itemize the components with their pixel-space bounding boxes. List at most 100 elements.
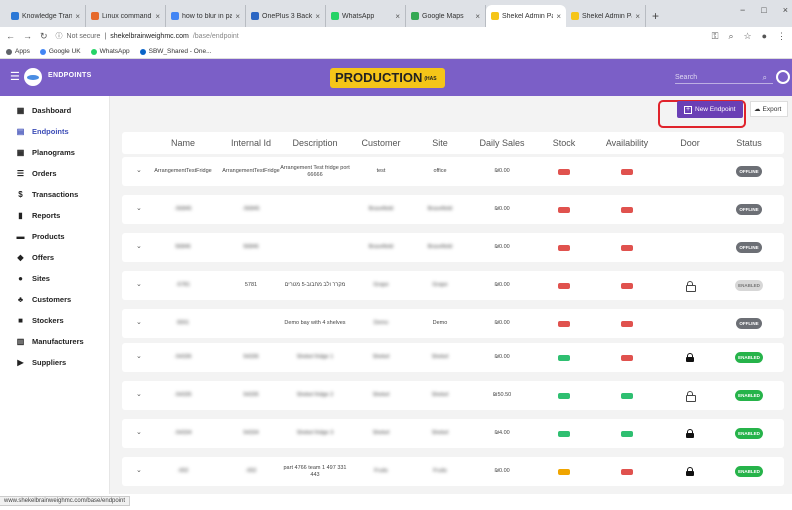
chevron-down-icon[interactable]: ⌄ <box>136 280 142 288</box>
sidebar-item-customers[interactable]: ♣ Customers <box>0 289 109 310</box>
column-header-availability[interactable]: Availability <box>592 132 662 154</box>
export-button[interactable]: ☁ Export <box>750 101 788 117</box>
chevron-down-icon[interactable]: ⌄ <box>136 390 142 398</box>
sidebar-item-stockers[interactable]: ■ Stockers <box>0 310 109 331</box>
back-icon[interactable]: ← <box>6 31 15 41</box>
stock-indicator <box>558 430 570 437</box>
tab-close-icon[interactable]: × <box>475 12 480 21</box>
cell-stock <box>536 419 592 448</box>
column-header-site[interactable]: Site <box>412 132 468 154</box>
tab-close-icon[interactable]: × <box>556 12 561 21</box>
bookmark-item[interactable]: SBW_Shared - One... <box>139 48 212 55</box>
column-header-daily-sales[interactable]: Daily Sales <box>468 132 536 154</box>
chevron-down-icon[interactable]: ⌄ <box>136 166 142 174</box>
sidebar-item-label: Suppliers <box>32 358 67 367</box>
cell-door <box>662 271 718 300</box>
chevron-down-icon[interactable]: ⌄ <box>136 352 142 360</box>
column-header-stock[interactable]: Stock <box>536 132 592 154</box>
profile-icon[interactable]: ● <box>762 31 767 42</box>
table-row[interactable]: ⌄ -54334 54334 Shekel fridge 3 Shekel Shekel ₪… <box>122 419 784 448</box>
browser-tab[interactable]: how to blur in paint× <box>166 5 246 27</box>
table-row[interactable]: ⌄ -002 -002 part 4766 team 1 497 331 443 Fru… <box>122 457 784 486</box>
new-tab-button[interactable]: + <box>646 5 665 27</box>
cell-availability <box>592 381 662 410</box>
chevron-down-icon[interactable]: ⌄ <box>136 428 142 436</box>
tab-title: Knowledge Transfer <box>22 12 73 20</box>
dollar-icon: $ <box>18 190 23 199</box>
chevron-down-icon[interactable]: ⌄ <box>136 242 142 250</box>
sidebar-item-dashboard[interactable]: ▦ Dashboard <box>0 100 109 121</box>
search-icon[interactable]: ⌕ <box>763 71 767 84</box>
minimize-icon[interactable]: − <box>740 5 745 15</box>
sidebar-item-suppliers[interactable]: ▶ Suppliers <box>0 352 109 373</box>
table-row[interactable]: ⌄ -54335 54335 Shekel fridge 2 Shekel Shekel ₪… <box>122 381 784 410</box>
forward-icon[interactable]: → <box>23 31 32 41</box>
star-icon[interactable]: ☆ <box>743 31 751 42</box>
tab-close-icon[interactable]: × <box>315 12 320 21</box>
hamburger-icon[interactable]: ☰ <box>10 70 20 83</box>
table-row[interactable]: ⌄ 0001 Demo bay with 4 shelves Demo Demo ₪0.0… <box>122 309 784 338</box>
chevron-down-icon[interactable]: ⌄ <box>136 318 142 326</box>
sidebar-item-transactions[interactable]: $ Transactions <box>0 184 109 205</box>
table-row[interactable]: ⌄ -56845 -56845 Bravefield Bravefield ₪0.00 OF… <box>122 195 784 224</box>
chevron-down-icon[interactable]: ⌄ <box>136 466 142 474</box>
sidebar-item-manufacturers[interactable]: ▥ Manufacturers <box>0 331 109 352</box>
lock-open-icon <box>686 391 696 402</box>
column-header-customer[interactable]: Customer <box>350 132 412 154</box>
tab-title: Google Maps <box>422 12 464 20</box>
tab-favicon-icon <box>491 12 499 20</box>
sidebar-item-orders[interactable]: ☰ Orders <box>0 163 109 184</box>
menu-icon[interactable]: ⋮ <box>777 31 786 42</box>
sidebar-item-planograms[interactable]: ▦ Planograms <box>0 142 109 163</box>
key-icon[interactable]: ⚿ <box>712 31 719 42</box>
browser-tab[interactable]: Linux command line× <box>86 5 166 27</box>
tab-close-icon[interactable]: × <box>395 12 400 21</box>
browser-tab[interactable]: Google Maps × <box>406 5 486 27</box>
reload-icon[interactable]: ↻ <box>40 31 48 42</box>
search-placeholder: Search <box>675 74 698 81</box>
tab-close-icon[interactable]: × <box>235 12 240 21</box>
tab-close-icon[interactable]: × <box>155 12 160 21</box>
browser-tab[interactable]: Shekel Admin Panel× <box>486 5 566 27</box>
tab-close-icon[interactable]: × <box>635 12 640 21</box>
tab-close-icon[interactable]: × <box>75 12 80 21</box>
new-endpoint-button[interactable]: + New Endpoint <box>677 101 743 118</box>
bookmark-item[interactable]: Google UK <box>39 48 81 55</box>
column-header-door[interactable]: Door <box>662 132 718 154</box>
sidebar-item-reports[interactable]: ▮ Reports <box>0 205 109 226</box>
status-badge: OFFLINE <box>736 166 762 177</box>
browser-tab[interactable]: WhatsApp × <box>326 5 406 27</box>
table-row[interactable]: ⌄ -54336 54336 Shekel fridge 1 Shekel Shekel ₪… <box>122 343 784 372</box>
search-input[interactable]: Search ⌕ <box>675 71 773 84</box>
browser-tab[interactable]: Shekel Admin Panel× <box>566 5 646 27</box>
avatar[interactable] <box>776 70 790 84</box>
zoom-icon[interactable]: ⌕ <box>728 31 733 42</box>
column-header-name[interactable]: Name <box>144 132 222 154</box>
app-header: ☰ ENDPOINTS PRODUCTION(HAS NOTIFY) Searc… <box>0 59 792 102</box>
url-field[interactable]: ⓘ Not secure | shekelbrainweighmc.com/ba… <box>56 31 704 41</box>
sidebar-item-products[interactable]: ▬ Products <box>0 226 109 247</box>
table-row[interactable]: ⌄ ArrangementTestFridge ArrangementTestFri… <box>122 157 784 186</box>
sidebar-item-offers[interactable]: ◆ Offers <box>0 247 109 268</box>
table-row[interactable]: ⌄ -5781 5781 מקרר ולב מחבוב-5 מטרים Grape Gra… <box>122 271 784 300</box>
close-window-icon[interactable]: × <box>783 5 788 15</box>
cell-door <box>662 233 718 262</box>
cell-name: -54335 <box>174 392 192 399</box>
chevron-down-icon[interactable]: ⌄ <box>136 204 142 212</box>
column-header-internal-id[interactable]: Internal Id <box>222 132 280 154</box>
sidebar-item-endpoints[interactable]: ▤ Endpoints <box>0 121 109 142</box>
cell-site: Shekel <box>431 354 449 361</box>
sidebar-item-sites[interactable]: ● Sites <box>0 268 109 289</box>
pin-icon: ● <box>18 274 23 283</box>
table-row[interactable]: ⌄ 56846 56846 Bravefield Bravefield ₪0.00 OFFL… <box>122 233 784 262</box>
bookmark-label: Apps <box>15 48 30 55</box>
browser-tab[interactable]: OnePlus 3 Back Cov× <box>246 5 326 27</box>
cell-internal-id: 54335 <box>243 392 259 399</box>
bookmark-item[interactable]: WhatsApp <box>90 48 130 55</box>
bookmark-item[interactable]: Apps <box>6 48 30 55</box>
maximize-icon[interactable]: □ <box>761 5 766 15</box>
brand-title: ENDPOINTS <box>48 72 92 79</box>
browser-tab[interactable]: Knowledge Transfer× <box>6 5 86 27</box>
column-header-description[interactable]: Description <box>280 132 350 154</box>
column-header-status[interactable]: Status <box>718 132 780 154</box>
